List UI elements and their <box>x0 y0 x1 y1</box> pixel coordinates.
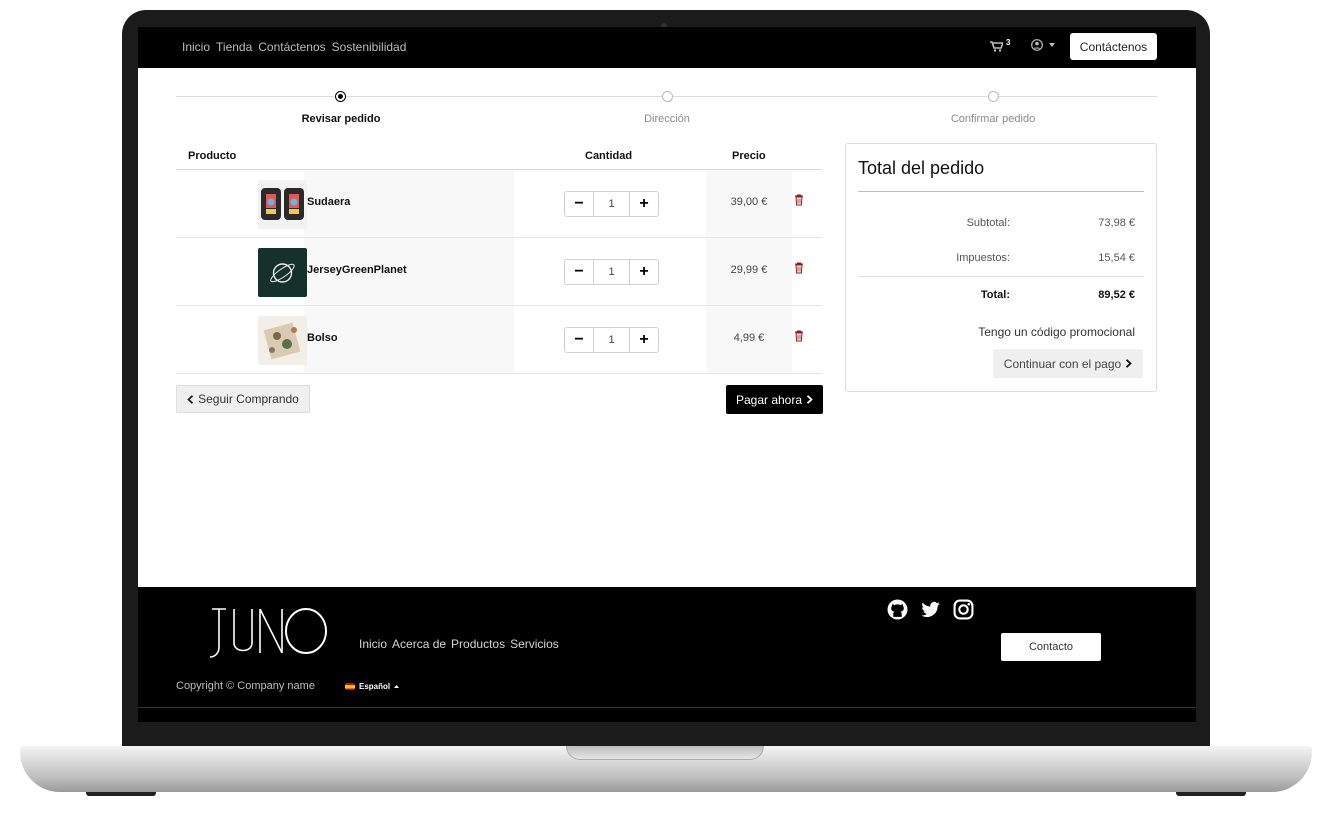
footer-links: Inicio Acerca de Productos Servicios <box>359 637 559 651</box>
summary-divider <box>858 191 1144 192</box>
chevron-right-icon <box>806 395 813 404</box>
nav-link-contactenos[interactable]: Contáctenos <box>258 40 325 54</box>
header-product: Producto <box>188 150 237 162</box>
increment-button[interactable]: + <box>630 260 658 284</box>
caret-up-icon <box>394 685 400 688</box>
nav-link-sostenibilidad[interactable]: Sostenibilidad <box>332 40 407 54</box>
nav-cart-button[interactable]: 3 <box>990 38 1010 53</box>
step-label-address[interactable]: Dirección <box>644 113 690 125</box>
user-circle-icon <box>1031 39 1043 51</box>
juno-logo <box>209 608 327 658</box>
tax-value: 15,54 € <box>1098 252 1135 264</box>
user-menu[interactable] <box>1031 39 1055 51</box>
nav-contact-button[interactable]: Contáctenos <box>1070 33 1157 60</box>
decrement-button[interactable]: − <box>565 260 593 284</box>
product-thumbnail[interactable] <box>258 248 307 297</box>
step-label-review[interactable]: Revisar pedido <box>302 113 381 125</box>
product-price: 29,99 € <box>730 264 768 276</box>
pay-now-button[interactable]: Pagar ahora <box>726 385 823 414</box>
quantity-stepper: − 1 + <box>564 327 659 353</box>
laptop-foot <box>86 792 156 796</box>
summary-title: Total del pedido <box>858 158 985 178</box>
decrement-button[interactable]: − <box>565 192 593 216</box>
social-links <box>887 599 974 620</box>
quantity-value[interactable]: 1 <box>593 328 630 352</box>
footer-divider <box>138 707 1196 708</box>
subtotal-label: Subtotal: <box>966 217 1010 229</box>
table-row: JerseyGreenPlanet − 1 + 29,99 € <box>176 238 822 306</box>
quantity-stepper: − 1 + <box>564 259 659 285</box>
table-row: Bolso − 1 + 4,99 € <box>176 306 822 374</box>
cart-count-badge: 3 <box>1006 38 1011 47</box>
decrement-button[interactable]: − <box>565 328 593 352</box>
total-label: Total: <box>980 289 1010 301</box>
increment-button[interactable]: + <box>630 192 658 216</box>
navbar: Inicio Tienda Contáctenos Sostenibilidad… <box>138 27 1196 68</box>
header-quantity: Cantidad <box>585 150 633 162</box>
chevron-right-icon <box>1126 359 1133 368</box>
caret-down-icon <box>1049 43 1055 47</box>
spain-flag-icon <box>345 683 355 690</box>
subtotal-value: 73,98 € <box>1098 217 1135 229</box>
step-dot <box>662 91 673 102</box>
language-label: Español <box>359 682 391 691</box>
footer-link-servicios[interactable]: Servicios <box>510 637 559 651</box>
tax-label: Impuestos: <box>956 252 1010 264</box>
footer-link-acerca[interactable]: Acerca de <box>392 637 446 651</box>
language-selector[interactable]: Español <box>345 682 400 691</box>
instagram-icon[interactable] <box>953 599 974 620</box>
footer-link-inicio[interactable]: Inicio <box>359 637 387 651</box>
quantity-value[interactable]: 1 <box>593 260 630 284</box>
continue-payment-label: Continuar con el pago <box>1003 356 1122 371</box>
trash-icon[interactable] <box>794 194 804 206</box>
trash-icon[interactable] <box>794 262 804 274</box>
product-thumbnail[interactable] <box>258 180 307 229</box>
product-thumbnail[interactable] <box>258 316 307 365</box>
step-dot-active <box>335 91 346 102</box>
quantity-stepper: − 1 + <box>564 191 659 217</box>
nav-links: Inicio Tienda Contáctenos Sostenibilidad <box>182 40 406 54</box>
step-dot <box>988 91 999 102</box>
trash-icon[interactable] <box>794 330 804 342</box>
increment-button[interactable]: + <box>630 328 658 352</box>
github-icon[interactable] <box>887 599 908 620</box>
keep-shopping-button[interactable]: Seguir Comprando <box>176 385 310 413</box>
product-price: 39,00 € <box>730 196 768 208</box>
footer-link-productos[interactable]: Productos <box>451 637 505 651</box>
product-name: Bolso <box>307 332 338 344</box>
nav-link-inicio[interactable]: Inicio <box>182 40 210 54</box>
pay-now-label: Pagar ahora <box>735 392 803 407</box>
browser-screen: Inicio Tienda Contáctenos Sostenibilidad… <box>138 27 1196 722</box>
quantity-value[interactable]: 1 <box>593 192 630 216</box>
twitter-icon[interactable] <box>920 599 941 620</box>
step-label-confirm[interactable]: Confirmar pedido <box>951 113 1035 125</box>
summary-total-divider <box>858 276 1144 277</box>
header-price: Precio <box>732 150 766 162</box>
footer: Inicio Acerca de Productos Servicios Cop… <box>138 587 1196 722</box>
laptop-foot <box>1176 792 1246 796</box>
cart-icon <box>990 41 1005 53</box>
order-summary-card: Total del pedido Subtotal: 73,98 € Impue… <box>845 143 1157 392</box>
product-name: Sudaera <box>307 196 351 208</box>
continue-payment-button[interactable]: Continuar con el pago <box>993 349 1143 378</box>
table-row: Sudaera − 1 + 39,00 € <box>176 170 822 238</box>
footer-contact-button[interactable]: Contacto <box>1001 633 1101 661</box>
product-price: 4,99 € <box>733 332 765 344</box>
copyright-text: Copyright © Company name <box>176 680 315 692</box>
total-value: 89,52 € <box>1098 289 1135 301</box>
keep-shopping-label: Seguir Comprando <box>198 392 299 406</box>
chevron-left-icon <box>187 394 194 404</box>
laptop-notch <box>566 746 764 760</box>
promo-code-link[interactable]: Tengo un código promocional <box>858 325 1135 339</box>
nav-link-tienda[interactable]: Tienda <box>216 40 252 54</box>
product-name: JerseyGreenPlanet <box>307 264 407 276</box>
